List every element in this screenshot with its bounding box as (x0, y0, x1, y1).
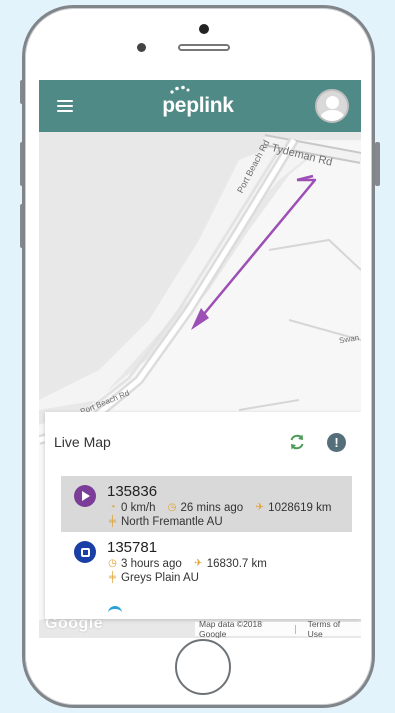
signpost-icon: ╪ (108, 572, 117, 583)
device-distance: 1028619 km (268, 502, 332, 514)
device-id: 135781 (107, 539, 158, 556)
live-map-panel: Live Map ! 135836 ◔ 0 km/h ◷ 26 mins ago… (45, 412, 361, 619)
device-row[interactable]: 135836 ◔ 0 km/h ◷ 26 mins ago ✈ 1028619 … (61, 476, 352, 532)
device-location: Greys Plain AU (121, 572, 199, 584)
plane-icon: ✈ (255, 502, 264, 513)
app-screen: Tydeman Rd Port Beach Rd Swan S Port Bea… (39, 80, 361, 638)
panel-actions: ! (287, 432, 346, 452)
logo-text: peplink (162, 94, 234, 117)
device-stats: ◷ 3 hours ago ✈ 16830.7 km (107, 557, 340, 571)
menu-icon[interactable] (57, 100, 73, 112)
home-button[interactable] (175, 639, 231, 695)
phone-earpiece (178, 44, 230, 51)
peplink-logo: peplink (162, 85, 234, 118)
device-id: 135836 (107, 483, 158, 500)
refresh-icon[interactable] (287, 432, 307, 452)
next-device-peek (108, 606, 122, 620)
play-icon (74, 485, 96, 507)
clock-icon: ◷ (167, 502, 177, 513)
map-attribution: Map data ©2018 Google Terms of Use (195, 619, 361, 638)
panel-header: Live Map ! (45, 412, 361, 472)
phone-frame: Tydeman Rd Port Beach Rd Swan S Port Bea… (22, 5, 375, 708)
user-avatar-icon[interactable] (314, 89, 349, 123)
device-stats: ◔ 0 km/h ◷ 26 mins ago ✈ 1028619 km (107, 501, 340, 515)
signpost-icon: ╪ (108, 516, 117, 527)
device-speed: 0 km/h (121, 502, 156, 514)
logo-dots-icon (170, 85, 190, 94)
alert-icon[interactable]: ! (327, 432, 346, 452)
device-distance: 16830.7 km (206, 558, 267, 570)
map-data-text: Map data ©2018 Google (199, 619, 262, 638)
side-button-power (375, 142, 380, 186)
front-camera (137, 43, 146, 52)
terms-link[interactable]: Terms of Use (304, 619, 361, 638)
device-list: 135836 ◔ 0 km/h ◷ 26 mins ago ✈ 1028619 … (45, 476, 361, 588)
plane-icon: ✈ (194, 558, 203, 569)
device-location-line: ╪ North Fremantle AU (107, 515, 340, 529)
stop-icon (74, 541, 96, 563)
phone-sensor (199, 24, 209, 34)
device-location-line: ╪ Greys Plain AU (107, 571, 340, 585)
device-time: 26 mins ago (180, 502, 244, 514)
device-location: North Fremantle AU (121, 516, 223, 528)
device-time: 3 hours ago (121, 558, 182, 570)
speedometer-icon: ◔ (109, 502, 116, 513)
app-header: peplink (39, 80, 361, 132)
clock-icon: ◷ (108, 558, 117, 569)
panel-title: Live Map (54, 434, 111, 450)
device-row[interactable]: 135781 ◷ 3 hours ago ✈ 16830.7 km ╪ Grey… (61, 532, 352, 588)
